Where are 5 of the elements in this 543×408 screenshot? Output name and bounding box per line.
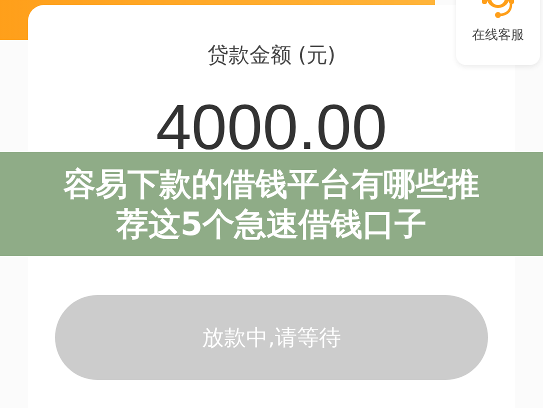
loan-amount: 4000.00 bbox=[156, 95, 388, 159]
online-service-button[interactable]: 在线客服 bbox=[456, 0, 540, 65]
banner-title: 容易下款的借钱平台有哪些推荐这5个急速借钱口子 bbox=[62, 164, 480, 244]
loan-amount-label: 贷款金额 (元) bbox=[207, 42, 336, 69]
online-service-label: 在线客服 bbox=[472, 27, 524, 44]
